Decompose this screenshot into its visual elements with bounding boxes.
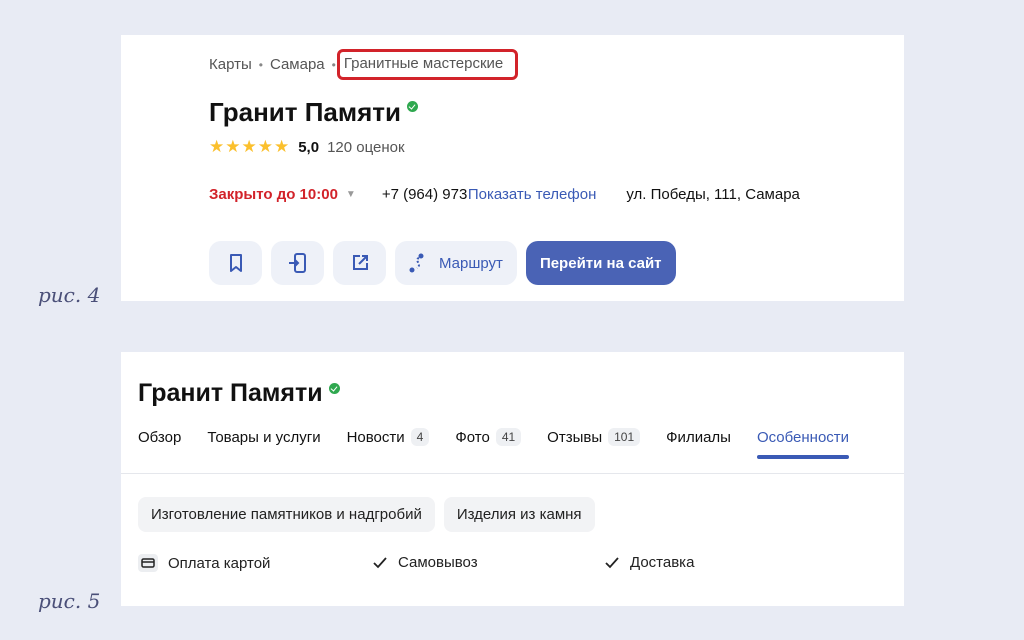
phone-number-wrap: +7 (964) 973 (382, 186, 468, 203)
send-to-phone-button[interactable] (271, 241, 324, 285)
tab-count-badge: 41 (495, 428, 522, 446)
feature-label: Оплата картой (168, 554, 271, 572)
check-icon (372, 556, 388, 570)
phone-number-partial: +7 (964) 973 (381, 186, 468, 203)
org-title-block: Гранит Памяти (138, 379, 340, 408)
bookmark-icon (229, 254, 242, 272)
tab-photos[interactable]: Фото 41 (455, 428, 522, 446)
tab-overview[interactable]: Обзор (138, 429, 181, 446)
show-phone-link[interactable]: Показать телефон (468, 186, 597, 203)
tab-label: Фото (455, 428, 490, 446)
card-icon (138, 554, 158, 572)
check-icon (604, 556, 620, 570)
verified-icon (407, 101, 419, 112)
tab-goods-services[interactable]: Товары и услуги (207, 429, 320, 446)
figure-caption-4: рис. 4 (38, 283, 101, 307)
route-button[interactable]: Маршрут (395, 241, 517, 285)
tab-label: Отзывы (547, 428, 603, 446)
address[interactable]: ул. Победы, 111, Самара (626, 186, 800, 203)
breadcrumb-item-maps[interactable]: Карты (209, 56, 252, 73)
divider (121, 473, 904, 474)
info-row: Закрыто до 10:00 ▼ +7 (964) 973 Показать… (209, 186, 869, 203)
feature-item: Оплата картой (138, 554, 270, 572)
chevron-down-icon[interactable]: ▼ (346, 189, 356, 200)
org-card-features: Гранит Памяти Обзор Товары и услуги Ново… (121, 352, 904, 606)
hours-status[interactable]: Закрыто до 10:00 (209, 186, 338, 203)
org-card-header: Карты • Самара • Гранитные мастерские Гр… (121, 35, 904, 301)
tab-label: Товары и услуги (207, 428, 321, 446)
rating-stars-icon: ★★★★★ (209, 137, 291, 156)
breadcrumb-item-city[interactable]: Самара (270, 56, 325, 73)
go-to-site-button-label: Перейти на сайт (539, 254, 662, 272)
tab-count-badge: 101 (608, 428, 641, 446)
breadcrumb: Карты • Самара • Гранитные мастерские (209, 49, 519, 80)
feature-label: Доставка (630, 554, 695, 571)
category-chips: Изготовление памятников и надгробий Изде… (138, 497, 604, 532)
feature-item: Доставка (604, 554, 694, 571)
feature-item: Самовывоз (372, 554, 478, 571)
org-title-block: Гранит Памяти (209, 97, 419, 128)
tab-features[interactable]: Особенности (756, 428, 850, 459)
action-buttons: Маршрут Перейти на сайт (209, 241, 676, 285)
feature-label: Самовывоз (398, 554, 478, 571)
category-chip[interactable]: Изделия из камня (443, 497, 595, 532)
tab-label: Обзор (138, 428, 182, 446)
verified-icon (328, 383, 340, 394)
rating-score: 5,0 (298, 138, 320, 156)
tab-branches[interactable]: Филиалы (666, 429, 731, 446)
tab-bar: Обзор Товары и услуги Новости 4 Фото 41 От… (138, 428, 875, 459)
tab-label: Филиалы (666, 428, 731, 446)
tab-news[interactable]: Новости 4 (347, 428, 430, 446)
share-button[interactable] (333, 241, 386, 285)
category-chip[interactable]: Изготовление памятников и надгробий (138, 497, 435, 532)
bookmark-button[interactable] (209, 241, 262, 285)
rating-row: ★★★★★ 5,0 120 оценок (209, 137, 405, 157)
tab-reviews[interactable]: Отзывы 101 (547, 428, 641, 446)
breadcrumb-separator: • (331, 57, 336, 72)
breadcrumb-separator: • (258, 57, 263, 72)
org-title: Гранит Памяти (209, 97, 402, 127)
share-icon (352, 255, 368, 270)
rating-count[interactable]: 120 оценок (327, 139, 405, 156)
breadcrumb-item-category-highlighted[interactable]: Гранитные мастерские (336, 49, 519, 80)
tab-label: Особенности (756, 428, 850, 446)
route-button-label: Маршрут (439, 254, 503, 272)
org-title: Гранит Памяти (138, 379, 323, 407)
tab-label: Новости (346, 428, 405, 446)
figure-caption-5: рис. 5 (38, 589, 101, 613)
tab-count-badge: 4 (410, 428, 430, 446)
send-to-phone-icon (288, 253, 306, 273)
go-to-site-button[interactable]: Перейти на сайт (525, 241, 676, 285)
route-icon (409, 253, 424, 273)
